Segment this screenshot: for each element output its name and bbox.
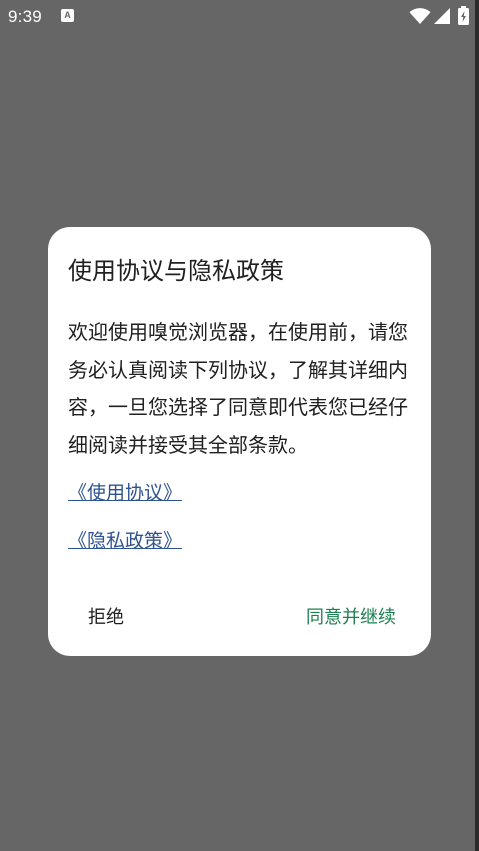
user-agreement-link[interactable]: 《使用协议》 [68, 480, 182, 506]
privacy-policy-link[interactable]: 《隐私政策》 [68, 528, 182, 554]
wifi-icon [409, 8, 431, 24]
status-bar: 9:39 A [0, 0, 475, 34]
dialog-message: 欢迎使用嗅觉浏览器，在使用前，请您务必认真阅读下列协议，了解其详细内容，一旦您选… [68, 320, 408, 457]
agreement-dialog: 使用协议与隐私政策 欢迎使用嗅觉浏览器，在使用前，请您务必认真阅读下列协议，了解… [48, 227, 431, 656]
reject-button[interactable]: 拒绝 [88, 605, 124, 631]
status-time: 9:39 [8, 7, 42, 26]
screen-edge [475, 0, 479, 851]
agree-continue-button[interactable]: 同意并继续 [306, 605, 396, 631]
battery-charging-icon [458, 6, 469, 25]
signal-icon [434, 8, 450, 24]
a-icon: A [61, 9, 74, 22]
dialog-title: 使用协议与隐私政策 [68, 257, 284, 285]
